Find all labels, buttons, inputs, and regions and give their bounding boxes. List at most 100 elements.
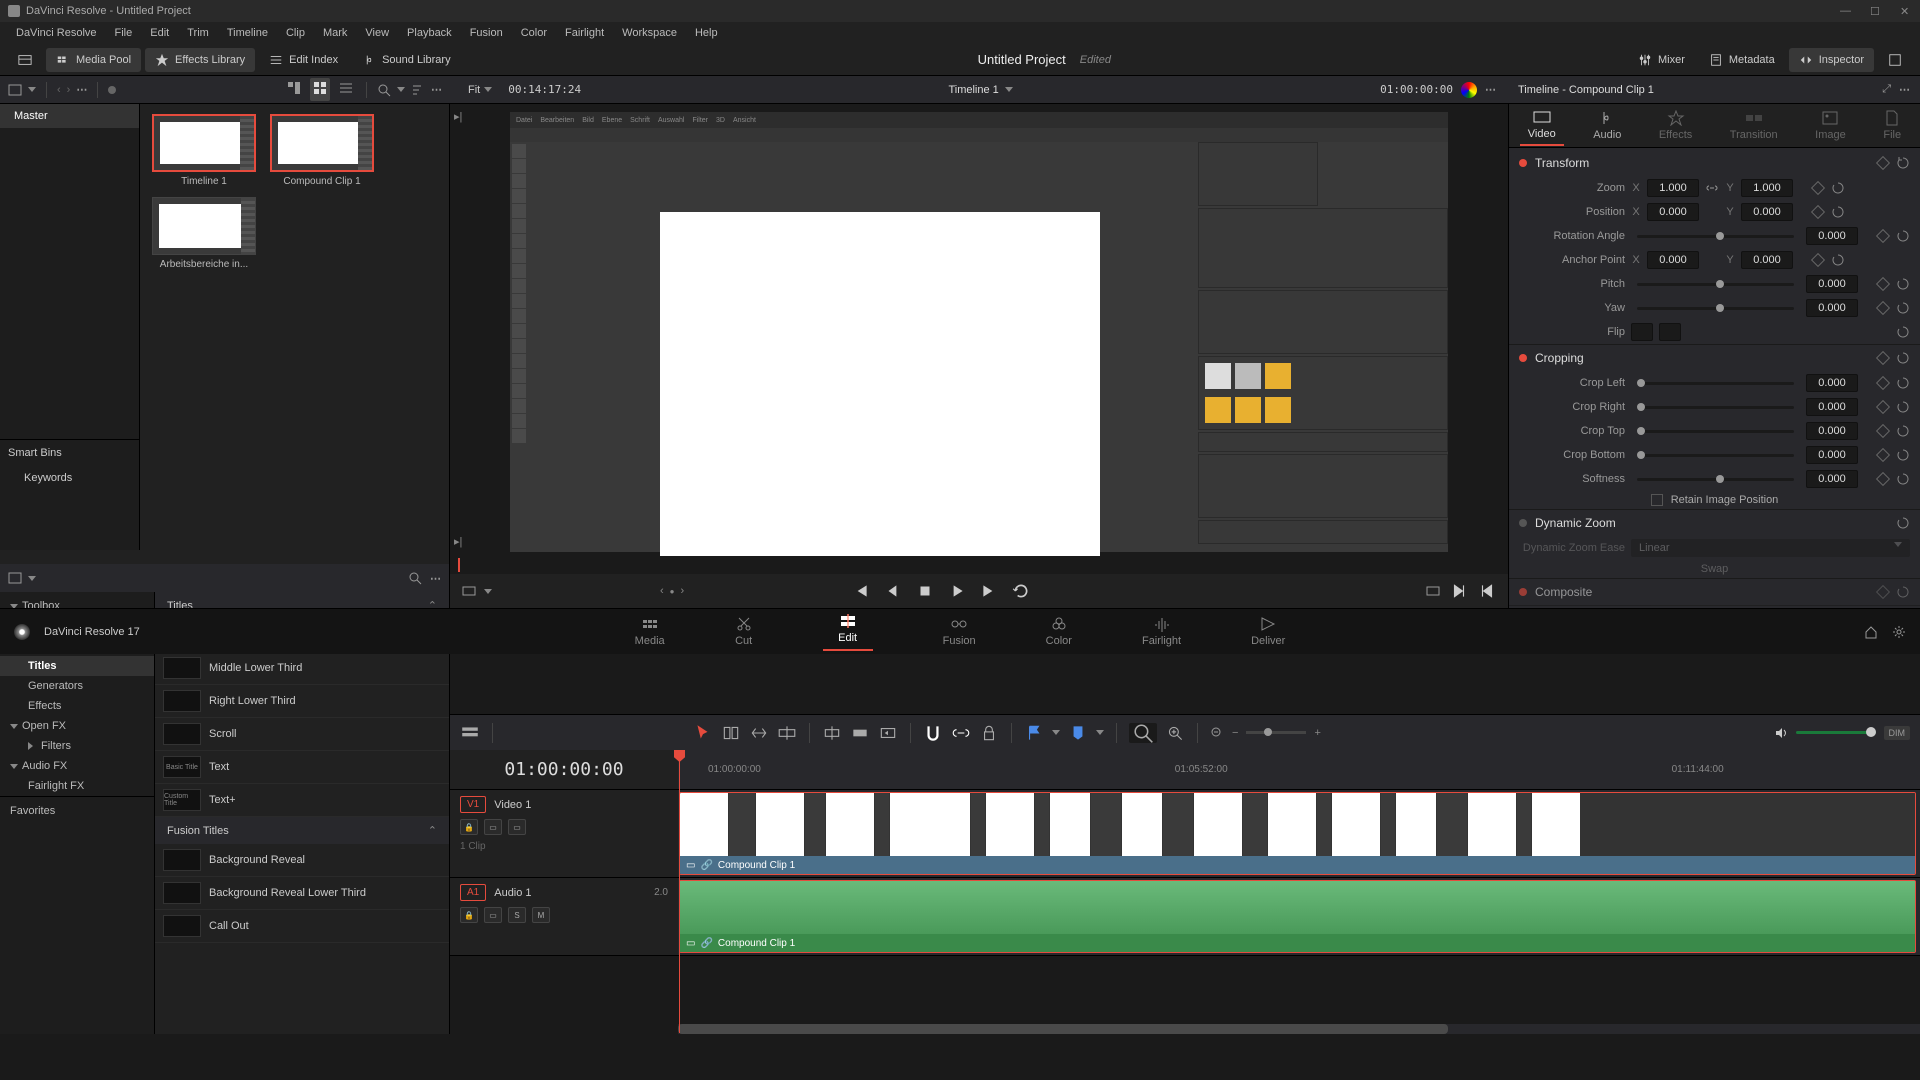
anchor-x-input[interactable] [1647,251,1699,269]
fx-audiofx[interactable]: Audio FX [0,756,154,776]
softness-slider[interactable] [1637,478,1794,481]
fx-text-plus[interactable]: Custom TitleText+ [155,784,449,817]
position-y-input[interactable] [1741,203,1793,221]
menu-view[interactable]: View [357,24,397,42]
trim-tool[interactable] [721,723,741,743]
search-icon[interactable] [408,571,422,585]
edit-index-button[interactable]: Edit Index [259,48,348,72]
fx-background-reveal-lt[interactable]: Background Reveal Lower Third [155,877,449,910]
options-icon[interactable]: ⋯ [431,83,442,96]
stop-button[interactable] [916,582,934,600]
track-disable-icon[interactable]: ▭ [508,819,526,835]
crop-bottom-slider[interactable] [1637,454,1794,457]
tab-video[interactable]: Video [1520,105,1564,146]
anchor-y-input[interactable] [1741,251,1793,269]
fx-text[interactable]: Basic TitleText [155,751,449,784]
menu-fairlight[interactable]: Fairlight [557,24,612,42]
nav-prev-icon[interactable]: ‹ [660,585,664,597]
keyframe-icon[interactable] [1876,376,1890,390]
menu-mark[interactable]: Mark [315,24,355,42]
single-viewer-icon[interactable] [1426,584,1440,598]
flip-v-button[interactable] [1659,323,1681,341]
zoom-timeline-icon[interactable] [1165,723,1185,743]
zoom-y-input[interactable] [1741,179,1793,197]
v1-clip[interactable]: ▭🔗Compound Clip 1 [679,792,1916,875]
crop-top-input[interactable] [1806,422,1858,440]
inspector-button[interactable]: Inspector [1789,48,1874,72]
menu-playback[interactable]: Playback [399,24,460,42]
menu-clip[interactable]: Clip [278,24,313,42]
crop-right-slider[interactable] [1637,406,1794,409]
fx-titles[interactable]: Titles [0,656,154,676]
rotation-slider[interactable] [1637,235,1794,238]
page-edit[interactable]: Edit [813,609,883,655]
reset-icon[interactable] [1896,156,1910,170]
a1-clip[interactable]: ▭🔗Compound Clip 1 [679,880,1916,953]
reset-icon[interactable] [1896,277,1910,291]
chevron-down-icon[interactable] [28,87,36,92]
viewer-options-icon[interactable]: ⋯ [1485,83,1496,96]
fx-filters[interactable]: Filters [0,736,154,756]
color-wheel-icon[interactable] [1461,82,1477,98]
flip-h-button[interactable] [1631,323,1653,341]
keyframe-icon[interactable] [1876,156,1890,170]
crop-left-slider[interactable] [1637,382,1794,385]
search-timeline-icon[interactable] [1129,723,1157,743]
bin-list-icon[interactable] [8,83,22,97]
crop-right-input[interactable] [1806,398,1858,416]
maximize-icon[interactable]: ☐ [1870,5,1882,17]
position-x-input[interactable] [1647,203,1699,221]
v1-badge[interactable]: V1 [460,796,486,813]
insert-tool[interactable] [822,723,842,743]
settings-icon[interactable] [1892,625,1906,639]
yaw-slider[interactable] [1637,307,1794,310]
keyframe-icon[interactable] [1876,448,1890,462]
replace-tool[interactable] [878,723,898,743]
metadata-button[interactable]: Metadata [1699,48,1785,72]
viewer-canvas[interactable]: DateiBearbeitenBildEbeneSchriftAuswahlFi… [510,112,1448,552]
viewer-zoom-select[interactable]: Fit [462,82,498,98]
list-view-icon[interactable] [336,78,356,101]
viewer-scrubber[interactable] [456,556,1502,574]
jump-end-icon[interactable] [1450,582,1468,600]
prev-frame-button[interactable] [884,582,902,600]
fx-effects[interactable]: Effects [0,696,154,716]
fx-scroll[interactable]: Scroll [155,718,449,751]
marker-chevron-icon[interactable] [1096,730,1104,735]
fx-layout-icon[interactable] [8,571,22,585]
sort-icon[interactable] [411,83,425,97]
reset-icon[interactable] [1831,181,1845,195]
keyframe-icon[interactable] [1876,351,1890,365]
tab-audio[interactable]: Audio [1585,106,1629,145]
zoom-slider[interactable] [1246,731,1306,734]
menu-color[interactable]: Color [513,24,555,42]
bin-master[interactable]: Master [0,104,139,128]
clip-timeline1[interactable]: Timeline 1 [150,114,258,187]
reset-icon[interactable] [1831,253,1845,267]
fx-middle-lower-third[interactable]: Middle Lower Third [155,652,449,685]
smart-bins-header[interactable]: Smart Bins [0,439,139,466]
sound-library-button[interactable]: Sound Library [352,48,461,72]
reset-icon[interactable] [1896,351,1910,365]
ellipsis-icon[interactable]: ⋯ [76,83,87,96]
inspector-expand-icon[interactable]: ⤢ [1882,83,1891,96]
chevron-down-icon[interactable] [28,576,36,581]
rotation-input[interactable] [1806,227,1858,245]
menu-workspace[interactable]: Workspace [614,24,685,42]
clip-arbeitsbereiche[interactable]: Arbeitsbereiche in... [150,197,258,270]
v1-track-content[interactable]: ▭🔗Compound Clip 1 [678,790,1920,877]
dynamic-trim-tool[interactable] [749,723,769,743]
close-icon[interactable]: ✕ [1900,5,1912,17]
zoom-minus-icon[interactable]: − [1232,727,1238,739]
zoom-out-icon[interactable] [1210,726,1224,740]
loop-button[interactable] [1012,582,1030,600]
reset-icon[interactable] [1896,448,1910,462]
yaw-input[interactable] [1806,299,1858,317]
fx-fairlightfx[interactable]: Fairlight FX [0,776,154,796]
pitch-slider[interactable] [1637,283,1794,286]
search-icon[interactable] [377,83,391,97]
bin-keywords[interactable]: Keywords [0,466,139,490]
keyframe-icon[interactable] [1876,229,1890,243]
menu-edit[interactable]: Edit [142,24,177,42]
inspector-options-icon[interactable]: ⋯ [1899,83,1910,96]
